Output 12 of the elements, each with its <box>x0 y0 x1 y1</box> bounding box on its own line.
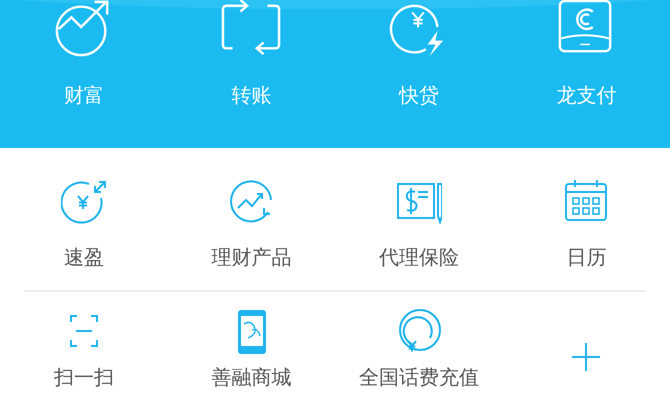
service-label[interactable]: 全国话费充值 <box>358 364 479 391</box>
service-label[interactable]: 速盈 <box>64 244 104 271</box>
calendar-icon[interactable] <box>563 178 610 224</box>
service-label[interactable]: 代理保险 <box>378 244 459 271</box>
add-icon[interactable] <box>571 342 602 372</box>
service-label[interactable]: 扫一扫 <box>54 364 114 391</box>
service-label[interactable]: 日历 <box>566 244 606 271</box>
transfer-arrows-icon[interactable] <box>221 0 282 58</box>
yen-circle-icon[interactable] <box>60 178 107 224</box>
service-label[interactable]: 理财产品 <box>211 244 292 271</box>
trend-circle-icon[interactable] <box>228 178 274 224</box>
service-label[interactable]: 善融商城 <box>211 364 292 391</box>
